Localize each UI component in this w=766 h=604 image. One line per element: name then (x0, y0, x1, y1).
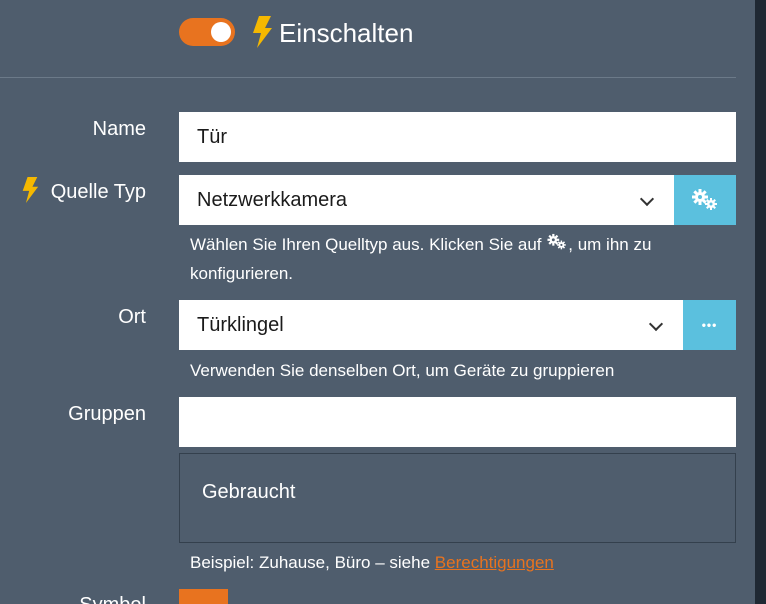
used-groups-label: Gebraucht (202, 481, 296, 503)
bolt-icon (253, 16, 272, 48)
groups-input[interactable] (179, 397, 736, 447)
toggle-knob (211, 22, 231, 42)
divider (0, 77, 736, 78)
location-select[interactable]: Türklingel (179, 300, 683, 350)
source-type-label: Quelle Typ (50, 181, 146, 203)
source-type-value: Netzwerkkamera (197, 189, 348, 211)
location-more-button[interactable]: ••• (683, 300, 736, 350)
symbol-label: Symbol (40, 592, 146, 604)
gears-icon (547, 233, 567, 250)
symbol-color-swatch[interactable] (179, 589, 228, 604)
groups-label: Gruppen (68, 403, 146, 425)
enable-label: Einschalten (279, 18, 414, 48)
chevron-down-icon (648, 316, 664, 332)
used-groups-box: Gebraucht (179, 453, 736, 543)
groups-help-text: Beispiel: Zuhause, Büro – siehe (190, 553, 431, 572)
source-type-help: Wählen Sie Ihren Quelltyp aus. Klicken S… (190, 230, 730, 288)
source-help-text: Wählen Sie Ihren Quelltyp aus. Klicken S… (190, 235, 542, 254)
name-value: Tür (197, 126, 227, 148)
gears-icon (692, 189, 717, 210)
chevron-down-icon (639, 191, 655, 207)
name-input[interactable]: Tür (179, 112, 736, 162)
bolt-icon (22, 177, 39, 203)
configure-source-button[interactable] (674, 175, 736, 225)
ellipsis-icon: ••• (701, 318, 718, 332)
source-help-text-line2: konfigurieren. (190, 264, 294, 283)
right-edge-panel (755, 0, 766, 604)
location-help: Verwenden Sie denselben Ort, um Geräte z… (190, 361, 615, 380)
permissions-link[interactable]: Berechtigungen (435, 553, 554, 572)
source-type-select[interactable]: Netzwerkkamera (179, 175, 674, 225)
enable-toggle[interactable] (179, 18, 235, 46)
location-label: Ort (118, 306, 146, 328)
name-label: Name (92, 118, 146, 140)
location-value: Türklingel (197, 314, 284, 336)
groups-help: Beispiel: Zuhause, Büro – siehe Berechti… (190, 548, 730, 577)
source-help-text-after: , um ihn zu (568, 235, 652, 254)
